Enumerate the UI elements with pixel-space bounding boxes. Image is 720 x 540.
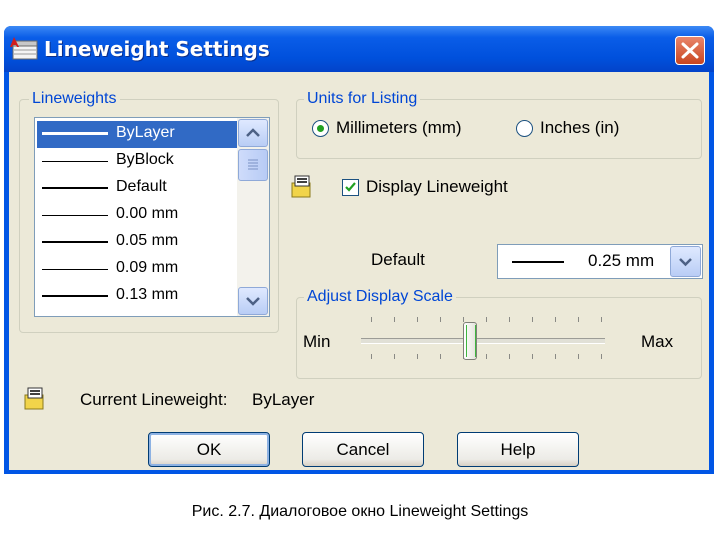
list-item[interactable]: Default xyxy=(37,175,237,202)
display-scale-group-label: Adjust Display Scale xyxy=(304,288,456,306)
slider-tick xyxy=(371,354,372,359)
lineweight-preview-icon xyxy=(24,387,44,410)
window-title: Lineweight Settings xyxy=(44,37,270,61)
slider-tick xyxy=(394,317,395,322)
units-group-label: Units for Listing xyxy=(304,90,421,108)
close-icon xyxy=(681,42,699,59)
display-scale-slider-thumb[interactable] xyxy=(462,322,477,360)
scale-min-label: Min xyxy=(303,332,331,351)
slider-tick xyxy=(417,354,418,359)
title-bar[interactable]: Lineweight Settings xyxy=(4,26,714,72)
slider-tick xyxy=(509,354,510,359)
dialog-client-area: Lineweights ByLayer ByBlock Default 0.00… xyxy=(9,72,709,470)
slider-tick xyxy=(394,354,395,359)
millimeters-radio[interactable] xyxy=(312,120,329,137)
slider-tick xyxy=(486,354,487,359)
ok-button[interactable]: OK xyxy=(148,432,270,467)
list-item[interactable]: 0.09 mm xyxy=(37,256,237,283)
list-item-label: 0.05 mm xyxy=(116,232,179,249)
list-item-label: ByLayer xyxy=(116,124,175,141)
inches-radio[interactable] xyxy=(516,120,533,137)
display-scale-slider-track[interactable] xyxy=(361,338,605,344)
slider-tick xyxy=(440,317,441,322)
slider-tick xyxy=(578,317,579,322)
scroll-down-button[interactable] xyxy=(238,287,268,315)
list-item[interactable]: ByBlock xyxy=(37,148,237,175)
slider-tick xyxy=(578,354,579,359)
millimeters-radio-label[interactable]: Millimeters (mm) xyxy=(336,118,462,138)
slider-tick xyxy=(532,354,533,359)
current-lineweight-label: Current Lineweight: xyxy=(80,390,228,409)
slider-tick xyxy=(486,317,487,322)
slider-tick xyxy=(440,354,441,359)
scroll-down-icon xyxy=(246,297,260,306)
list-item-label: 0.00 mm xyxy=(116,205,179,222)
lineweights-scrollbar[interactable] xyxy=(237,118,269,316)
display-lineweight-checkbox[interactable] xyxy=(342,179,359,196)
lineweights-list[interactable]: ByLayer ByBlock Default 0.00 mm 0.05 mm … xyxy=(34,117,270,317)
autocad-app-icon xyxy=(10,37,38,60)
dialog-window: Lineweight Settings Lineweights ByLayer … xyxy=(4,26,714,474)
slider-tick xyxy=(532,317,533,322)
list-item[interactable]: ByLayer xyxy=(37,121,237,148)
current-lineweight-value: ByLayer xyxy=(252,390,315,409)
checkmark-icon xyxy=(345,182,356,192)
slider-tick xyxy=(417,317,418,322)
close-button[interactable] xyxy=(675,36,705,65)
slider-tick xyxy=(555,354,556,359)
list-item-label: 0.13 mm xyxy=(116,286,179,303)
list-item[interactable]: 0.13 mm xyxy=(37,283,237,310)
list-item[interactable]: 0.05 mm xyxy=(37,229,237,256)
default-lineweight-value: 0.25 mm xyxy=(588,251,655,270)
lineweight-preview-icon xyxy=(291,175,311,198)
slider-tick xyxy=(509,317,510,322)
list-item-label: 0.09 mm xyxy=(116,259,179,276)
slider-tick xyxy=(555,317,556,322)
scroll-up-icon xyxy=(246,128,260,137)
scroll-up-button[interactable] xyxy=(238,119,268,147)
default-lineweight-dropdown[interactable]: 0.25 mm xyxy=(497,244,703,279)
display-lineweight-label[interactable]: Display Lineweight xyxy=(366,177,508,197)
scale-max-label: Max xyxy=(641,332,674,351)
list-item[interactable]: 0.00 mm xyxy=(37,202,237,229)
slider-tick xyxy=(601,354,602,359)
inches-radio-label[interactable]: Inches (in) xyxy=(540,118,619,138)
slider-tick xyxy=(371,317,372,322)
help-button[interactable]: Help xyxy=(457,432,579,467)
list-item-label: ByBlock xyxy=(116,151,174,168)
grip-icon xyxy=(248,159,258,170)
default-label: Default xyxy=(371,250,425,269)
list-item-label: Default xyxy=(116,178,167,195)
slider-tick xyxy=(601,317,602,322)
dropdown-arrow-icon xyxy=(679,258,692,267)
figure-caption: Рис. 2.7. Диалоговое окно Lineweight Set… xyxy=(191,503,529,520)
dropdown-arrow-button[interactable] xyxy=(670,246,701,277)
cancel-button[interactable]: Cancel xyxy=(302,432,424,467)
lineweights-group-label: Lineweights xyxy=(29,90,120,108)
scroll-thumb[interactable] xyxy=(238,149,268,181)
